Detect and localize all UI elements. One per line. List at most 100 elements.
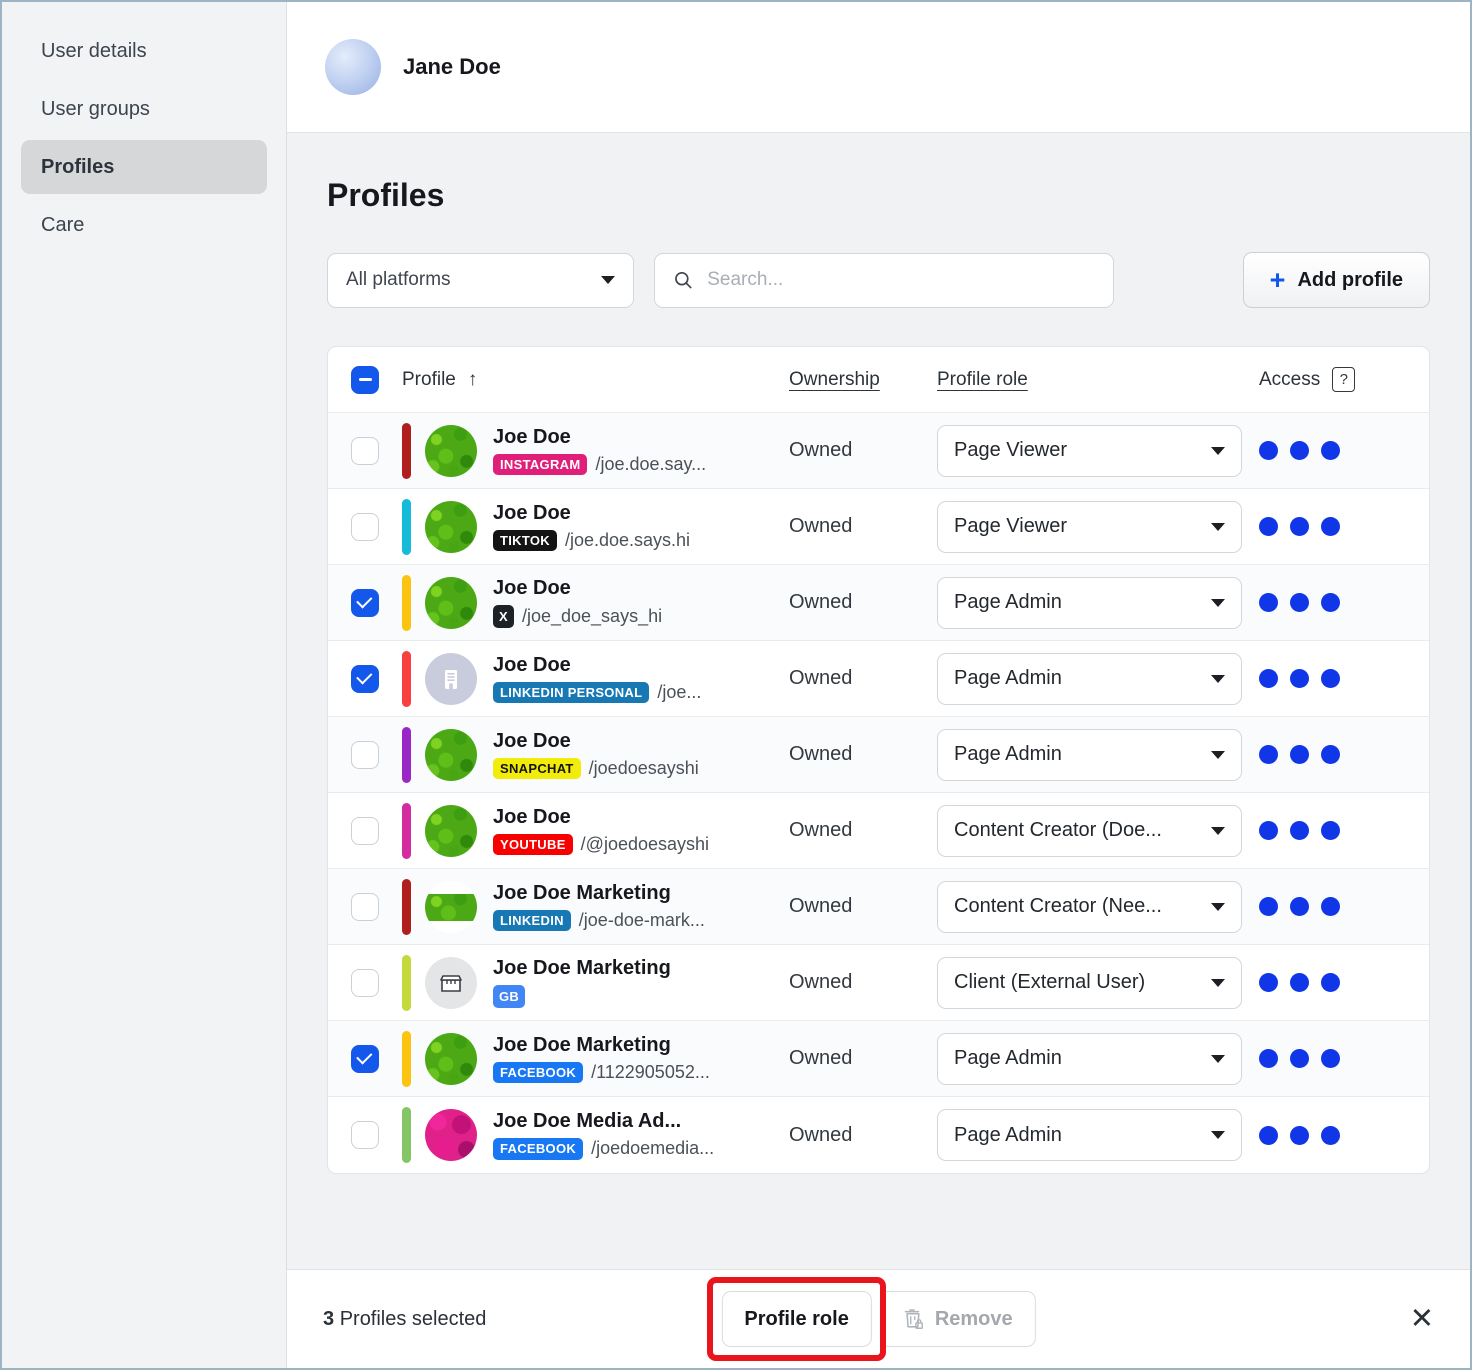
table-row[interactable]: Joe DoeX/joe_doe_says_hiOwnedPage Admin	[328, 565, 1429, 641]
profile-color-bar	[402, 575, 411, 631]
access-dot	[1321, 821, 1340, 840]
profile-role-value: Page Viewer	[954, 515, 1067, 538]
sort-ascending-icon: ↑	[468, 369, 478, 391]
access-dot	[1290, 669, 1309, 688]
table-row[interactable]: Joe DoeLINKEDIN PERSONAL/joe...OwnedPage…	[328, 641, 1429, 717]
page-title: Profiles	[327, 177, 1430, 214]
row-checkbox[interactable]	[351, 513, 379, 541]
profile-role-select[interactable]: Client (External User)	[937, 957, 1242, 1009]
row-checkbox[interactable]	[351, 589, 379, 617]
row-select-cell	[328, 741, 402, 769]
select-all-cell	[328, 366, 402, 394]
table-row[interactable]: Joe Doe MarketingFACEBOOK/1122905052...O…	[328, 1021, 1429, 1097]
toolbar: All platforms + Add profile	[327, 252, 1430, 308]
profile-name: Joe Doe	[493, 426, 706, 449]
profile-role-value: Client (External User)	[954, 971, 1145, 994]
profile-role-select[interactable]: Content Creator (Nee...	[937, 881, 1242, 933]
profile-role-select[interactable]: Page Admin	[937, 729, 1242, 781]
column-header-access: Access ?	[1259, 367, 1429, 392]
profile-role-value: Content Creator (Doe...	[954, 819, 1162, 842]
search-input[interactable]	[707, 269, 1095, 291]
row-select-cell	[328, 513, 402, 541]
table-row[interactable]: Joe DoeTIKTOK/joe.doe.says.hiOwnedPage V…	[328, 489, 1429, 565]
row-checkbox[interactable]	[351, 665, 379, 693]
profile-name: Joe Doe	[493, 806, 709, 829]
table-row[interactable]: Joe Doe MarketingGBOwnedClient (External…	[328, 945, 1429, 1021]
profile-role-select[interactable]: Page Admin	[937, 1109, 1242, 1161]
row-checkbox[interactable]	[351, 437, 379, 465]
column-header-profile[interactable]: Profile ↑	[402, 369, 789, 391]
access-dot	[1321, 593, 1340, 612]
access-dot	[1259, 821, 1278, 840]
profile-cell: Joe Doe MarketingFACEBOOK/1122905052...	[402, 1031, 789, 1087]
profile-role-cell: Page Admin	[937, 729, 1259, 781]
sidebar-item-profiles[interactable]: Profiles	[21, 140, 267, 194]
sidebar-item-care[interactable]: Care	[21, 198, 267, 252]
profile-role-select[interactable]: Content Creator (Doe...	[937, 805, 1242, 857]
add-profile-button[interactable]: + Add profile	[1243, 252, 1430, 308]
table-row[interactable]: Joe DoeSNAPCHAT/joedoesayshiOwnedPage Ad…	[328, 717, 1429, 793]
platform-filter-value: All platforms	[346, 269, 451, 291]
profile-color-bar	[402, 727, 411, 783]
column-header-ownership[interactable]: Ownership	[789, 369, 937, 391]
row-checkbox[interactable]	[351, 817, 379, 845]
row-checkbox[interactable]	[351, 893, 379, 921]
select-all-checkbox[interactable]	[351, 366, 379, 394]
profile-handle: /@joedoesayshi	[581, 834, 709, 855]
profile-role-select[interactable]: Page Admin	[937, 577, 1242, 629]
table-row[interactable]: Joe Doe MarketingLINKEDIN/joe-doe-mark..…	[328, 869, 1429, 945]
table-row[interactable]: Joe DoeYOUTUBE/@joedoesayshiOwnedContent…	[328, 793, 1429, 869]
access-dot	[1259, 441, 1278, 460]
access-dot	[1259, 745, 1278, 764]
profile-name: Joe Doe	[493, 730, 699, 753]
remove-button-label: Remove	[935, 1308, 1013, 1331]
profile-role-select[interactable]: Page Admin	[937, 1033, 1242, 1085]
row-checkbox[interactable]	[351, 969, 379, 997]
platform-filter-select[interactable]: All platforms	[327, 253, 634, 308]
ownership-cell: Owned	[789, 439, 937, 462]
profile-role-button[interactable]: Profile role	[721, 1291, 871, 1347]
profile-role-select[interactable]: Page Viewer	[937, 425, 1242, 477]
remove-button[interactable]: Remove	[880, 1291, 1036, 1347]
add-profile-label: Add profile	[1297, 269, 1403, 292]
access-cell	[1259, 1049, 1429, 1068]
profile-cell: Joe Doe MarketingGB	[402, 955, 789, 1011]
chevron-down-icon	[1211, 1131, 1225, 1139]
column-header-profile-role[interactable]: Profile role	[937, 369, 1259, 391]
sidebar-item-user-groups[interactable]: User groups	[21, 82, 267, 136]
access-cell	[1259, 897, 1429, 916]
sidebar-item-user-details[interactable]: User details	[21, 24, 267, 78]
platform-badge: TIKTOK	[493, 530, 557, 552]
table-row[interactable]: Joe Doe Media Ad...FACEBOOK/joedoemedia.…	[328, 1097, 1429, 1173]
profile-handle: /joe-doe-mark...	[579, 910, 705, 931]
platform-badge: FACEBOOK	[493, 1138, 583, 1160]
app-window: User details User groups Profiles Care J…	[0, 0, 1472, 1370]
sidebar-item-label: User groups	[41, 98, 150, 121]
row-select-cell	[328, 969, 402, 997]
row-checkbox[interactable]	[351, 1045, 379, 1073]
profile-role-select[interactable]: Page Admin	[937, 653, 1242, 705]
row-checkbox[interactable]	[351, 1121, 379, 1149]
profile-role-select[interactable]: Page Viewer	[937, 501, 1242, 553]
profile-color-bar	[402, 1031, 411, 1087]
access-dot	[1290, 745, 1309, 764]
access-dot	[1259, 1126, 1278, 1145]
profile-name: Joe Doe Marketing	[493, 882, 705, 905]
chevron-down-icon	[1211, 903, 1225, 911]
access-dot	[1259, 669, 1278, 688]
table-row[interactable]: Joe DoeINSTAGRAM/joe.doe.say...OwnedPage…	[328, 413, 1429, 489]
help-icon[interactable]: ?	[1332, 367, 1355, 392]
profile-role-value: Content Creator (Nee...	[954, 895, 1162, 918]
profile-avatar	[425, 729, 477, 781]
search-box[interactable]	[654, 253, 1114, 308]
access-dot	[1259, 593, 1278, 612]
avatar	[325, 39, 381, 95]
row-checkbox[interactable]	[351, 741, 379, 769]
close-icon[interactable]: ✕	[1410, 1305, 1434, 1334]
row-select-cell	[328, 437, 402, 465]
selected-count-number: 3	[323, 1308, 334, 1330]
platform-badge: LINKEDIN PERSONAL	[493, 682, 649, 704]
access-dot	[1321, 441, 1340, 460]
profile-handle: /joe_doe_says_hi	[522, 606, 662, 627]
platform-badge: X	[493, 605, 514, 629]
